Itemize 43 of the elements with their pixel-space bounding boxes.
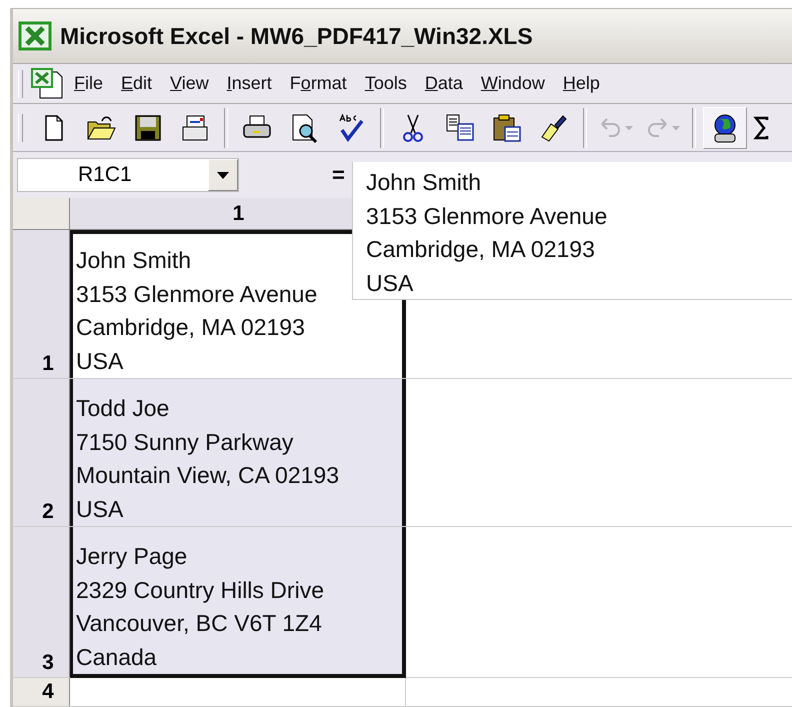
menu-item[interactable]: Window bbox=[472, 73, 554, 94]
table-cell[interactable]: Jerry Page 2329 Country Hills Drive Vancouver, BC V6T 1Z4 Canada bbox=[70, 527, 406, 678]
menu-item[interactable]: File bbox=[65, 73, 112, 94]
menu-item[interactable]: Insert bbox=[218, 73, 281, 94]
cell-text-line: Mountain View, CA 02193 bbox=[76, 461, 339, 490]
caret-icon bbox=[217, 172, 229, 178]
toolbar-button[interactable] bbox=[703, 106, 747, 148]
menu-item[interactable]: Tools bbox=[356, 73, 416, 94]
cell-text-line: USA bbox=[76, 346, 124, 376]
formula-text-line: John Smith bbox=[366, 168, 482, 197]
row-header[interactable]: 1 bbox=[13, 230, 70, 378]
cell-text-line: Todd Joe bbox=[76, 394, 170, 423]
equals-sign: = bbox=[332, 162, 345, 188]
dropdown-button[interactable] bbox=[208, 159, 238, 191]
cell-text-line: John Smith bbox=[76, 246, 192, 275]
menu-item[interactable]: Format bbox=[280, 73, 356, 94]
table-cell[interactable] bbox=[70, 678, 406, 706]
menu-item[interactable]: Edit bbox=[112, 73, 162, 94]
cell-text-line: Vancouver, BC V6T 1Z4 bbox=[76, 609, 322, 638]
workbook-icon[interactable] bbox=[29, 66, 65, 100]
menu-item[interactable]: View bbox=[161, 73, 218, 94]
cell-text-line: 3153 Glenmore Avenue bbox=[76, 280, 318, 308]
expanded-formula-popup[interactable]: John Smith 3153 Glenmore Avenue Cambridge, MA 02193 USA bbox=[352, 162, 792, 300]
clipboard-icon bbox=[491, 112, 523, 144]
cell-text-line: 7150 Sunny Parkway bbox=[76, 428, 294, 457]
row-header[interactable]: 3 bbox=[13, 527, 70, 677]
column-header[interactable]: 1 bbox=[70, 198, 352, 229]
cell-text-line: Jerry Page bbox=[76, 542, 188, 571]
row-header[interactable]: 2 bbox=[13, 379, 70, 526]
menu-item[interactable]: Data bbox=[416, 73, 472, 94]
window-title: Microsoft Excel - MW6_PDF417_Win32.XLS bbox=[60, 22, 533, 50]
copy-pages-icon bbox=[444, 112, 476, 144]
cell-text-line: Cambridge, MA 02193 bbox=[76, 313, 305, 342]
cell-text-line: 2329 Country Hills Drive bbox=[76, 576, 324, 605]
cell-text-line: Canada bbox=[76, 642, 157, 672]
formula-text-line: 3153 Glenmore Avenue bbox=[366, 202, 608, 230]
cell-text-line: USA bbox=[76, 494, 124, 524]
table-cell[interactable]: Todd Joe 7150 Sunny Parkway Mountain View, CA 02193 USA bbox=[70, 379, 406, 526]
formula-text-line: USA bbox=[366, 268, 414, 298]
menu-item[interactable]: Help bbox=[554, 73, 609, 94]
spreadsheet-app-icon bbox=[18, 21, 52, 51]
formula-text-line: Cambridge, MA 02193 bbox=[366, 235, 595, 264]
name-box[interactable]: R1C1 bbox=[17, 158, 239, 192]
